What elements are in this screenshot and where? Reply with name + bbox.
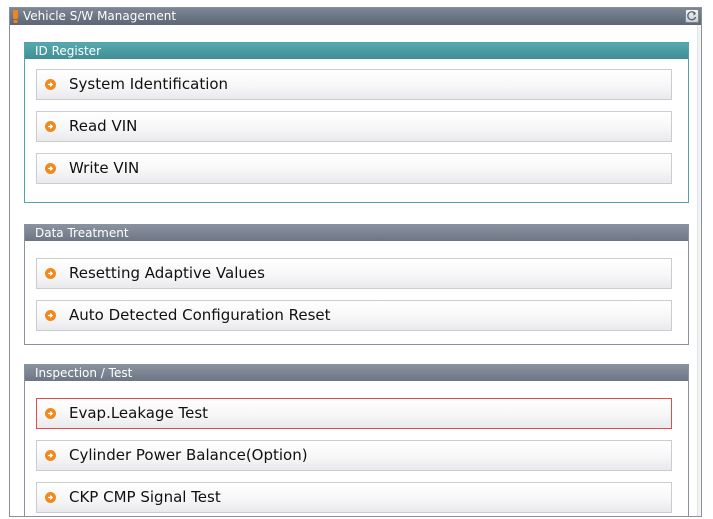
group-header-inspection-test: Inspection / Test [25,365,688,381]
orange-arrow-bullet-icon [45,450,56,461]
orange-arrow-bullet-icon [45,79,56,90]
refresh-icon [687,11,697,21]
vehicle-sw-management-window: Vehicle S/W Management ID Register Syste… [9,7,702,517]
menu-item-resetting-adaptive-values[interactable]: Resetting Adaptive Values [36,258,672,289]
menu-item-label: Write VIN [69,159,140,177]
menu-item-read-vin[interactable]: Read VIN [36,111,672,142]
menu-item-write-vin[interactable]: Write VIN [36,153,672,184]
warning-marker-icon [13,10,18,23]
menu-item-ckp-cmp-signal-test[interactable]: CKP CMP Signal Test [36,482,672,513]
menu-item-evap-leakage-test[interactable]: Evap.Leakage Test [36,398,672,429]
menu-item-auto-detected-configuration-reset[interactable]: Auto Detected Configuration Reset [36,300,672,331]
orange-arrow-bullet-icon [45,408,56,419]
orange-arrow-bullet-icon [45,163,56,174]
window-title: Vehicle S/W Management [23,9,177,23]
title-bar: Vehicle S/W Management [10,8,701,25]
menu-item-label: Cylinder Power Balance(Option) [69,446,308,464]
group-id-register: ID Register System Identification Read V… [24,42,689,203]
menu-item-label: CKP CMP Signal Test [69,488,221,506]
menu-item-label: Auto Detected Configuration Reset [69,306,331,324]
group-header-id-register: ID Register [25,43,688,59]
menu-item-label: Resetting Adaptive Values [69,264,265,282]
menu-item-cylinder-power-balance[interactable]: Cylinder Power Balance(Option) [36,440,672,471]
menu-item-system-identification[interactable]: System Identification [36,69,672,100]
group-header-data-treatment: Data Treatment [25,225,688,241]
menu-item-label: Evap.Leakage Test [69,404,209,422]
menu-item-label: System Identification [69,75,229,93]
group-inspection-test: Inspection / Test Evap.Leakage Test Cyli… [24,364,689,516]
group-data-treatment: Data Treatment Resetting Adaptive Values… [24,224,689,345]
menu-item-label: Read VIN [69,117,138,135]
orange-arrow-bullet-icon [45,310,56,321]
orange-arrow-bullet-icon [45,492,56,503]
orange-arrow-bullet-icon [45,268,56,279]
orange-arrow-bullet-icon [45,121,56,132]
scrollbar[interactable] [697,25,701,516]
refresh-button[interactable] [685,9,699,23]
